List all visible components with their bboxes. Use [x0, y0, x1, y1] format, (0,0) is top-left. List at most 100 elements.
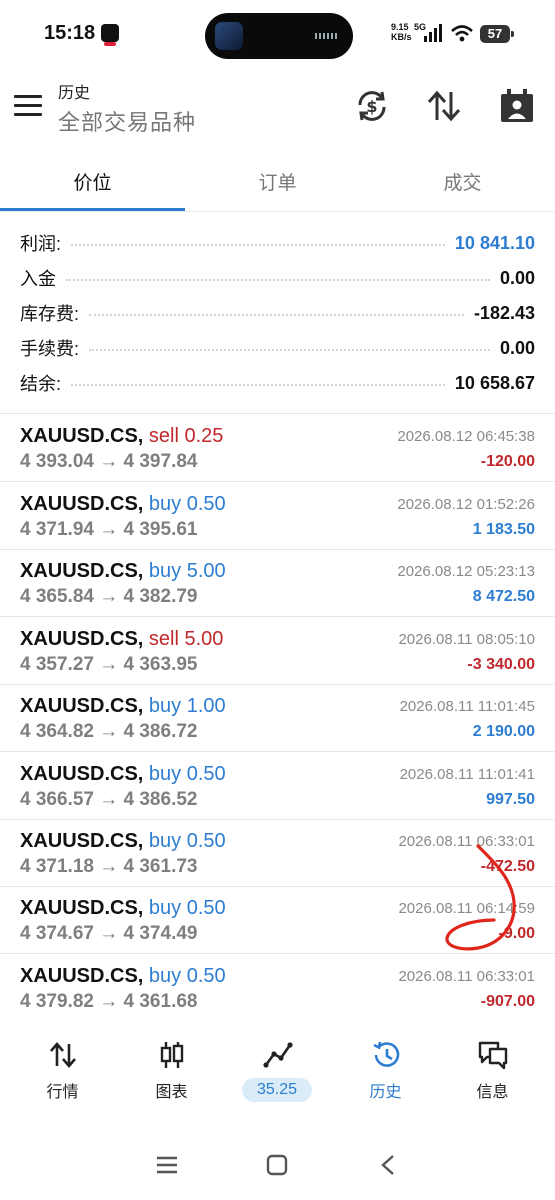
back-icon[interactable]: [376, 1153, 402, 1177]
deal-row[interactable]: XAUUSD.CS, buy 0.50 4 379.82 → 4 361.68 …: [0, 954, 555, 1021]
deal-row[interactable]: XAUUSD.CS, buy 1.00 4 364.82 → 4 386.72 …: [0, 684, 555, 752]
dotted-leader: [89, 314, 464, 316]
network-speed-value: 9.15: [391, 22, 409, 32]
deal-prices: 4 371.18 → 4 361.73: [20, 856, 198, 877]
media-thumbnail: [215, 22, 243, 50]
deal-row[interactable]: XAUUSD.CS, sell 0.25 4 393.04 → 4 397.84…: [0, 414, 555, 482]
summary-label: 利润:: [20, 234, 62, 254]
deal-profit: -472.50: [480, 858, 535, 875]
deal-profit: 1 183.50: [472, 521, 535, 538]
deal-symbol: XAUUSD.CS,: [20, 560, 144, 582]
deal-side: buy 1.00: [148, 695, 226, 717]
nav-trade[interactable]: 35.25: [222, 1040, 333, 1110]
nav-label: 信息: [476, 1084, 509, 1101]
dotted-leader: [71, 384, 445, 386]
summary-value: -182.43: [473, 302, 535, 323]
dotted-leader: [89, 349, 490, 351]
deal-date: 2026.08.12 06:45:38: [397, 428, 535, 445]
deal-profit: -3 340.00: [467, 656, 535, 673]
home-icon[interactable]: [264, 1153, 290, 1177]
nav-messages[interactable]: 信息: [437, 1040, 548, 1110]
network-speed: 9.15 KB/s: [391, 22, 412, 42]
summary-row-profit: 利润: 10 841.10: [20, 227, 535, 259]
network-speed-unit: KB/s: [391, 32, 412, 42]
status-time: 15:18: [44, 22, 96, 44]
symbol-filter[interactable]: 全部交易品种: [58, 105, 196, 137]
history-icon: [372, 1041, 399, 1067]
deal-symbol: XAUUSD.CS,: [20, 628, 144, 650]
deal-side: buy 5.00: [148, 560, 226, 582]
deal-date: 2026.08.11 11:01:41: [399, 766, 535, 783]
tab-orders[interactable]: 订单: [185, 168, 370, 195]
deal-prices: 4 364.82 → 4 386.72: [20, 721, 198, 742]
deal-profit: -120.00: [480, 453, 535, 470]
deal-profit: 2 190.00: [472, 723, 535, 740]
summary-value: 0.00: [499, 267, 535, 288]
tab-deals[interactable]: 成交: [370, 168, 555, 195]
wifi-icon: [451, 25, 473, 42]
deal-prices: 4 374.67 → 4 374.49: [20, 923, 198, 944]
nav-quotes[interactable]: 行情: [7, 1040, 118, 1110]
deal-side: buy 0.50: [148, 897, 226, 919]
deal-symbol: XAUUSD.CS,: [20, 897, 144, 919]
menu-icon[interactable]: [14, 95, 42, 117]
deal-prices: 4 371.94 → 4 395.61: [20, 519, 198, 540]
summary-row-swap: 库存费: -182.43: [20, 297, 535, 329]
nav-label: 历史: [369, 1084, 402, 1101]
deal-prices: 4 379.82 → 4 361.68: [20, 991, 198, 1012]
deal-side: sell 5.00: [148, 628, 224, 650]
battery-indicator: 57: [480, 25, 514, 43]
dotted-leader: [71, 244, 445, 246]
deal-row[interactable]: XAUUSD.CS, buy 5.00 4 365.84 → 4 382.79 …: [0, 549, 555, 617]
deal-row[interactable]: XAUUSD.CS, buy 0.50 4 371.94 → 4 395.61 …: [0, 482, 555, 550]
recent-apps-icon[interactable]: [154, 1153, 180, 1177]
deal-prices: 4 357.27 → 4 363.95: [20, 654, 198, 675]
deal-symbol: XAUUSD.CS,: [20, 965, 144, 987]
summary-value: 10 658.67: [454, 372, 535, 393]
messages-icon: [478, 1041, 507, 1070]
deal-date: 2026.08.11 08:05:10: [398, 631, 535, 648]
deal-prices: 4 365.84 → 4 382.79: [20, 586, 198, 607]
chart-candles-icon: [160, 1042, 183, 1068]
deal-row[interactable]: XAUUSD.CS, buy 0.50 4 374.67 → 4 374.49 …: [0, 886, 555, 954]
nav-history[interactable]: 历史: [330, 1040, 441, 1110]
page-title: 历史: [58, 85, 91, 102]
audio-bars-icon: [315, 33, 339, 39]
deal-side: buy 0.50: [148, 763, 226, 785]
summary-value: 0.00: [499, 337, 535, 358]
dynamic-island[interactable]: [205, 13, 353, 59]
deal-profit: 8 472.50: [472, 588, 535, 605]
tiktok-notification-icon: [101, 24, 119, 46]
nav-chart[interactable]: 图表: [116, 1040, 227, 1110]
tab-positions[interactable]: 价位: [0, 168, 185, 195]
deal-symbol: XAUUSD.CS,: [20, 763, 144, 785]
deal-date: 2026.08.11 11:01:45: [399, 698, 535, 715]
deal-side: buy 0.50: [148, 965, 226, 987]
summary-label: 结余:: [20, 374, 62, 394]
summary-row-commission: 手续费: 0.00: [20, 332, 535, 364]
tab-divider: [0, 211, 555, 212]
deal-date: 2026.08.12 01:52:26: [397, 496, 535, 513]
deal-row[interactable]: XAUUSD.CS, sell 5.00 4 357.27 → 4 363.95…: [0, 617, 555, 685]
deal-date: 2026.08.11 06:33:01: [398, 833, 535, 850]
nav-label: 图表: [155, 1084, 188, 1101]
deal-date: 2026.08.11 06:14:59: [398, 900, 535, 917]
deal-date: 2026.08.11 06:33:01: [398, 968, 535, 985]
summary-value: 10 841.10: [454, 232, 535, 253]
deal-symbol: XAUUSD.CS,: [20, 425, 144, 447]
deal-prices: 4 366.57 → 4 386.52: [20, 789, 198, 810]
sort-icon[interactable]: [426, 88, 462, 124]
deal-date: 2026.08.12 05:23:13: [397, 563, 535, 580]
deal-symbol: XAUUSD.CS,: [20, 830, 144, 852]
summary-row-deposit: 入金 0.00: [20, 262, 535, 294]
calendar-icon[interactable]: [499, 88, 535, 124]
deal-row[interactable]: XAUUSD.CS, buy 0.50 4 371.18 → 4 361.73 …: [0, 819, 555, 887]
currency-refresh-icon[interactable]: $: [354, 88, 390, 124]
deal-side: buy 0.50: [148, 493, 226, 515]
summary-row-balance: 结余: 10 658.67: [20, 367, 535, 399]
deal-row[interactable]: XAUUSD.CS, buy 0.50 4 366.57 → 4 386.52 …: [0, 752, 555, 820]
quotes-icon: [49, 1042, 76, 1068]
deal-symbol: XAUUSD.CS,: [20, 493, 144, 515]
trade-value-badge: 35.25: [242, 1078, 312, 1102]
nav-label: 行情: [46, 1084, 79, 1101]
